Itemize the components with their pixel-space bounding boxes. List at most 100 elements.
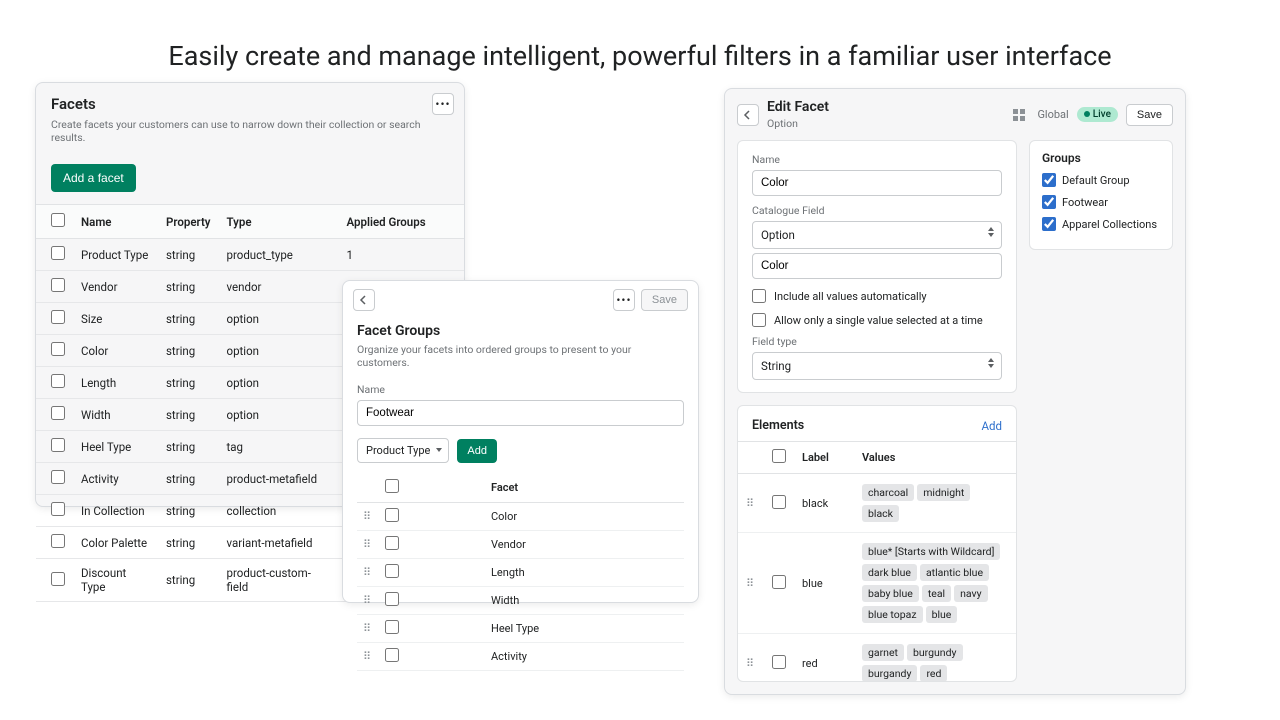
drag-handle-icon[interactable]: ⠿	[746, 659, 756, 669]
table-row[interactable]: ⠿ Width	[357, 587, 684, 615]
grid-icon[interactable]	[1009, 105, 1029, 125]
catalogue-sub-input[interactable]	[752, 253, 1002, 279]
row-checkbox[interactable]	[385, 592, 399, 606]
cell-name: Product Type	[73, 239, 158, 271]
single-value-checkbox[interactable]	[752, 313, 766, 327]
add-element-link[interactable]: Add	[982, 419, 1002, 433]
drag-handle-icon[interactable]: ⠿	[363, 540, 373, 550]
back-button[interactable]	[353, 289, 375, 311]
cell-name: Activity	[73, 463, 158, 495]
field-type-select[interactable]: String	[752, 352, 1002, 380]
row-checkbox[interactable]	[51, 534, 65, 548]
value-tag[interactable]: red	[920, 665, 947, 681]
row-checkbox[interactable]	[51, 278, 65, 292]
catalogue-select[interactable]: Option	[752, 221, 1002, 249]
value-tag[interactable]: blue	[926, 606, 958, 623]
value-tag[interactable]: burgandy	[862, 665, 917, 681]
drag-handle-icon[interactable]: ⠿	[746, 579, 756, 589]
cell-values: charcoalmidnight black	[854, 474, 1016, 533]
group-name-input[interactable]	[357, 400, 684, 426]
table-row[interactable]: ⠿ Color	[357, 503, 684, 531]
row-checkbox[interactable]	[51, 342, 65, 356]
row-checkbox[interactable]	[51, 406, 65, 420]
cell-property: string	[158, 431, 219, 463]
table-row[interactable]: ⠿ Vendor	[357, 531, 684, 559]
global-label: Global	[1037, 108, 1068, 121]
value-tag[interactable]: dark blue	[862, 564, 917, 581]
cell-property: string	[158, 367, 219, 399]
more-button[interactable]: •••	[432, 93, 454, 115]
row-checkbox[interactable]	[51, 502, 65, 516]
value-tag[interactable]: black	[862, 505, 899, 522]
col-property: Property	[158, 205, 219, 239]
group-item[interactable]: Footwear	[1042, 195, 1160, 209]
save-button[interactable]: Save	[641, 289, 688, 311]
cell-type: option	[219, 303, 339, 335]
row-checkbox[interactable]	[51, 310, 65, 324]
row-checkbox[interactable]	[51, 246, 65, 260]
row-checkbox[interactable]	[51, 438, 65, 452]
drag-handle-icon[interactable]: ⠿	[746, 499, 756, 509]
drag-handle-icon[interactable]: ⠿	[363, 568, 373, 578]
table-row[interactable]: ⠿ black charcoalmidnight black	[738, 474, 1016, 533]
drag-handle-icon[interactable]: ⠿	[363, 652, 373, 662]
row-checkbox[interactable]	[385, 536, 399, 550]
row-checkbox[interactable]	[51, 572, 65, 586]
value-tag[interactable]: atlantic blue	[920, 564, 989, 581]
cell-applied: 1	[339, 239, 464, 271]
row-checkbox[interactable]	[385, 564, 399, 578]
row-checkbox[interactable]	[385, 508, 399, 522]
value-tag[interactable]: blue* [Starts with Wildcard]	[862, 543, 1000, 560]
value-tag[interactable]: garnet	[862, 644, 904, 661]
value-tag[interactable]: baby blue	[862, 585, 919, 602]
value-tag[interactable]: teal	[922, 585, 951, 602]
table-row[interactable]: ⠿ Activity	[357, 643, 684, 671]
drag-handle-icon[interactable]: ⠿	[363, 624, 373, 634]
row-checkbox[interactable]	[772, 575, 786, 589]
row-checkbox[interactable]	[772, 655, 786, 669]
cell-facet: Activity	[485, 643, 684, 671]
include-all-checkbox[interactable]	[752, 289, 766, 303]
groups-title: Facet Groups	[357, 323, 684, 339]
cell-name: Vendor	[73, 271, 158, 303]
row-checkbox[interactable]	[385, 620, 399, 634]
cell-type: product_type	[219, 239, 339, 271]
table-row[interactable]: ⠿ blue blue* [Starts with Wildcard] dark …	[738, 533, 1016, 634]
group-checkbox[interactable]	[1042, 217, 1056, 231]
table-row[interactable]: ⠿ red garnetburgundy burgandyred	[738, 634, 1016, 682]
group-item[interactable]: Default Group	[1042, 173, 1160, 187]
value-tag[interactable]: blue topaz	[862, 606, 923, 623]
group-checkbox[interactable]	[1042, 173, 1056, 187]
cell-values: garnetburgundy burgandyred	[854, 634, 1016, 682]
col-facet: Facet	[485, 473, 684, 503]
row-checkbox[interactable]	[51, 374, 65, 388]
row-checkbox[interactable]	[772, 495, 786, 509]
save-button[interactable]: Save	[1126, 104, 1173, 126]
value-tag[interactable]: burgundy	[907, 644, 963, 661]
table-row[interactable]: ⠿ Heel Type	[357, 615, 684, 643]
back-button[interactable]	[737, 104, 759, 126]
row-checkbox[interactable]	[385, 648, 399, 662]
select-all-checkbox[interactable]	[385, 479, 399, 493]
group-item[interactable]: Apparel Collections	[1042, 217, 1160, 231]
table-row[interactable]: Product Type string product_type 1	[36, 239, 464, 271]
cell-facet: Color	[485, 503, 684, 531]
add-facet-button[interactable]: Add a facet	[51, 164, 136, 192]
product-type-dropdown[interactable]: Product Type	[357, 438, 449, 463]
row-checkbox[interactable]	[51, 470, 65, 484]
table-row[interactable]: ⠿ Length	[357, 559, 684, 587]
group-checkbox[interactable]	[1042, 195, 1056, 209]
name-input[interactable]	[752, 170, 1002, 196]
groups-table: Facet ⠿ Color ⠿ Vendor ⠿ Length ⠿ Width …	[357, 473, 684, 671]
value-tag[interactable]: midnight	[917, 484, 970, 501]
cell-facet: Width	[485, 587, 684, 615]
drag-handle-icon[interactable]: ⠿	[363, 596, 373, 606]
edit-subtitle: Option	[767, 117, 829, 130]
value-tag[interactable]: navy	[954, 585, 988, 602]
select-all-checkbox[interactable]	[51, 213, 65, 227]
more-button[interactable]: •••	[613, 289, 635, 311]
drag-handle-icon[interactable]: ⠿	[363, 512, 373, 522]
select-all-checkbox[interactable]	[772, 449, 786, 463]
add-button[interactable]: Add	[457, 439, 497, 463]
value-tag[interactable]: charcoal	[862, 484, 914, 501]
